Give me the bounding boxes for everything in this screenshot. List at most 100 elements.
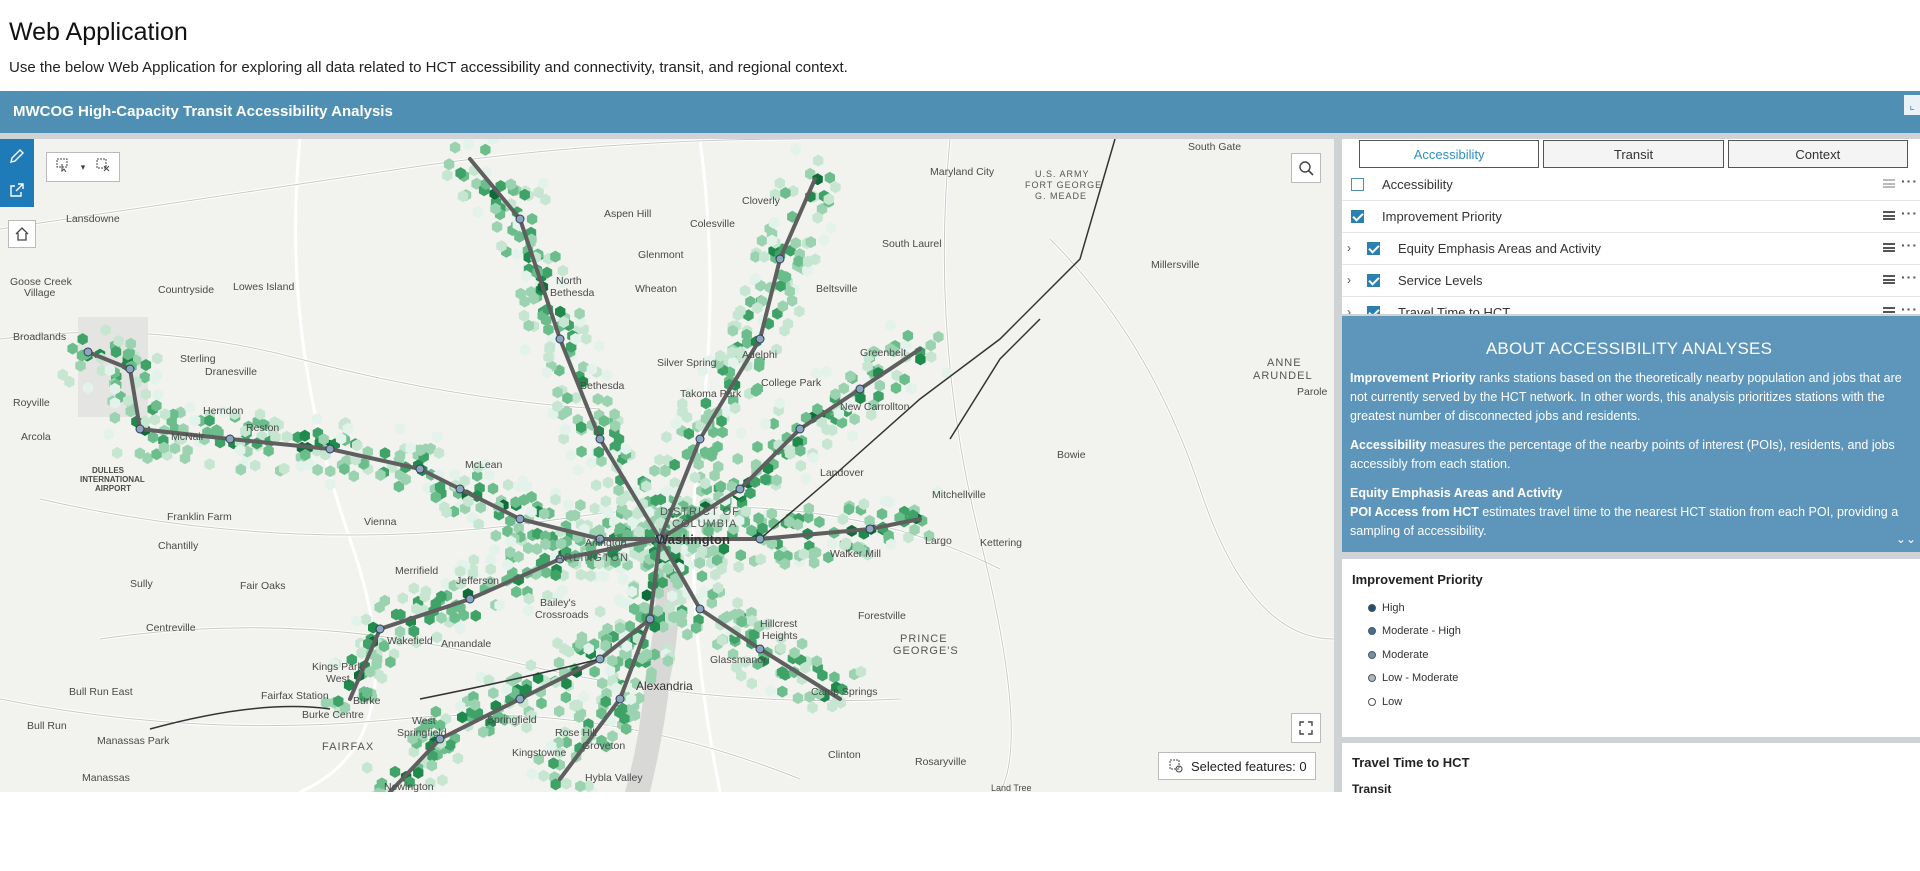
station-marker[interactable]: [755, 534, 765, 544]
about-term: POI Access from HCT: [1350, 505, 1479, 519]
selection-toolbar: ▾: [46, 152, 120, 182]
map-label: McNair: [171, 431, 205, 443]
layer-row[interactable]: › Service Levels ···: [1342, 265, 1920, 297]
map-label: Groveton: [582, 740, 626, 752]
map-view[interactable]: South Gate Cloverly U.S. ARMY FORT GEORG…: [0, 139, 1334, 792]
station-marker[interactable]: [135, 424, 145, 434]
station-marker[interactable]: [695, 604, 705, 614]
station-marker[interactable]: [645, 614, 655, 624]
map-tool-rail: [0, 139, 34, 207]
station-marker[interactable]: [375, 624, 385, 634]
station-marker[interactable]: [515, 214, 525, 224]
tab-accessibility[interactable]: Accessibility: [1359, 140, 1540, 168]
map-label: McLean: [465, 459, 503, 471]
layer-checkbox[interactable]: [1351, 210, 1364, 223]
home-icon[interactable]: [8, 220, 36, 248]
search-icon[interactable]: [1291, 153, 1321, 183]
station-marker[interactable]: [325, 444, 335, 454]
edit-pencil-icon[interactable]: [0, 139, 34, 173]
station-marker[interactable]: [755, 644, 765, 654]
chevron-right-icon[interactable]: ›: [1347, 241, 1351, 255]
layer-tabs: Accessibility Transit Context: [1342, 139, 1920, 169]
share-icon[interactable]: [0, 173, 34, 207]
layer-checkbox[interactable]: [1351, 178, 1364, 191]
map-canvas[interactable]: [0, 139, 1334, 792]
drag-handle-icon[interactable]: [1883, 211, 1895, 220]
more-options-icon[interactable]: ···: [1901, 301, 1918, 314]
station-marker[interactable]: [755, 334, 765, 344]
station-marker[interactable]: [515, 514, 525, 524]
chevron-right-icon[interactable]: ›: [1347, 273, 1351, 287]
map-label: ANNE: [1267, 357, 1302, 369]
station-marker[interactable]: [615, 694, 625, 704]
station-marker[interactable]: [515, 694, 525, 704]
legend-label: Moderate - High: [1382, 625, 1461, 638]
station-marker[interactable]: [855, 384, 865, 394]
more-options-icon[interactable]: ···: [1901, 237, 1918, 253]
about-term: Improvement Priority: [1350, 371, 1476, 385]
map-label: Arlington: [585, 537, 627, 549]
more-options-icon[interactable]: ···: [1901, 173, 1918, 189]
drag-handle-icon[interactable]: [1883, 275, 1895, 284]
page-description: Use the below Web Application for explor…: [9, 59, 848, 76]
station-marker[interactable]: [775, 254, 785, 264]
clear-selection-icon[interactable]: [96, 158, 110, 177]
legend-swatch: [1368, 603, 1376, 612]
drag-handle-icon[interactable]: [1883, 179, 1895, 188]
station-marker[interactable]: [125, 364, 135, 374]
legend-item: Low: [1352, 690, 1910, 714]
map-label: Largo: [925, 535, 952, 547]
station-marker[interactable]: [465, 594, 475, 604]
about-text: measures the percentage of the nearby po…: [1350, 438, 1895, 471]
station-marker[interactable]: [225, 434, 235, 444]
legend-label: High: [1382, 601, 1405, 614]
station-marker[interactable]: [555, 334, 565, 344]
layer-checkbox[interactable]: [1367, 242, 1380, 255]
selection-icon: [1169, 759, 1183, 773]
legend-title: Improvement Priority: [1352, 572, 1483, 587]
layer-row[interactable]: Accessibility ···: [1342, 169, 1920, 201]
layer-checkbox[interactable]: [1367, 306, 1380, 314]
map-label: AIRPORT: [95, 484, 131, 493]
app-title: MWCOG High-Capacity Transit Accessibilit…: [13, 103, 393, 120]
more-options-icon[interactable]: ···: [1901, 205, 1918, 221]
expand-double-chevron-icon[interactable]: ⌄⌄: [1896, 532, 1916, 546]
map-label: Bull Run: [27, 720, 67, 732]
about-paragraph: Accessibility measures the percentage of…: [1350, 436, 1908, 474]
station-marker[interactable]: [455, 484, 465, 494]
map-label: Hillcrest: [760, 618, 798, 630]
map-label: Fairfax Station: [261, 690, 329, 702]
map-label: Adelphi: [742, 349, 778, 361]
layer-row[interactable]: Improvement Priority ···: [1342, 201, 1920, 233]
map-label: Arcola: [21, 431, 51, 443]
drag-handle-icon[interactable]: [1883, 243, 1895, 252]
map-label: Springfield: [397, 727, 447, 739]
station-marker[interactable]: [795, 424, 805, 434]
station-marker[interactable]: [865, 524, 875, 534]
more-options-icon[interactable]: ···: [1901, 269, 1918, 285]
select-cursor-icon[interactable]: [56, 158, 70, 177]
station-marker[interactable]: [595, 654, 605, 664]
layer-row[interactable]: › Travel Time to HCT ···: [1342, 297, 1920, 314]
chevron-down-icon[interactable]: ▾: [81, 162, 86, 173]
map-label: Burke: [353, 695, 381, 707]
map-label: Rose Hill: [555, 727, 598, 739]
map-label: Sully: [130, 578, 153, 590]
station-marker[interactable]: [83, 347, 93, 357]
station-marker[interactable]: [595, 434, 605, 444]
station-marker[interactable]: [735, 484, 745, 494]
drag-handle-icon[interactable]: [1883, 307, 1895, 314]
layer-checkbox[interactable]: [1367, 274, 1380, 287]
fullscreen-icon[interactable]: [1291, 713, 1321, 743]
collapse-corner-icon[interactable]: ⌞: [1904, 95, 1920, 115]
tab-context[interactable]: Context: [1727, 140, 1908, 168]
map-label: Clinton: [828, 749, 861, 761]
panel-splitter[interactable]: [1334, 139, 1342, 792]
layer-row[interactable]: › Equity Emphasis Areas and Activity ···: [1342, 233, 1920, 265]
chevron-right-icon[interactable]: ›: [1347, 305, 1351, 314]
tab-transit[interactable]: Transit: [1543, 140, 1724, 168]
station-marker[interactable]: [695, 434, 705, 444]
selected-features-button[interactable]: Selected features: 0: [1158, 752, 1316, 780]
station-marker[interactable]: [415, 464, 425, 474]
map-label: Bowie: [1057, 449, 1086, 461]
